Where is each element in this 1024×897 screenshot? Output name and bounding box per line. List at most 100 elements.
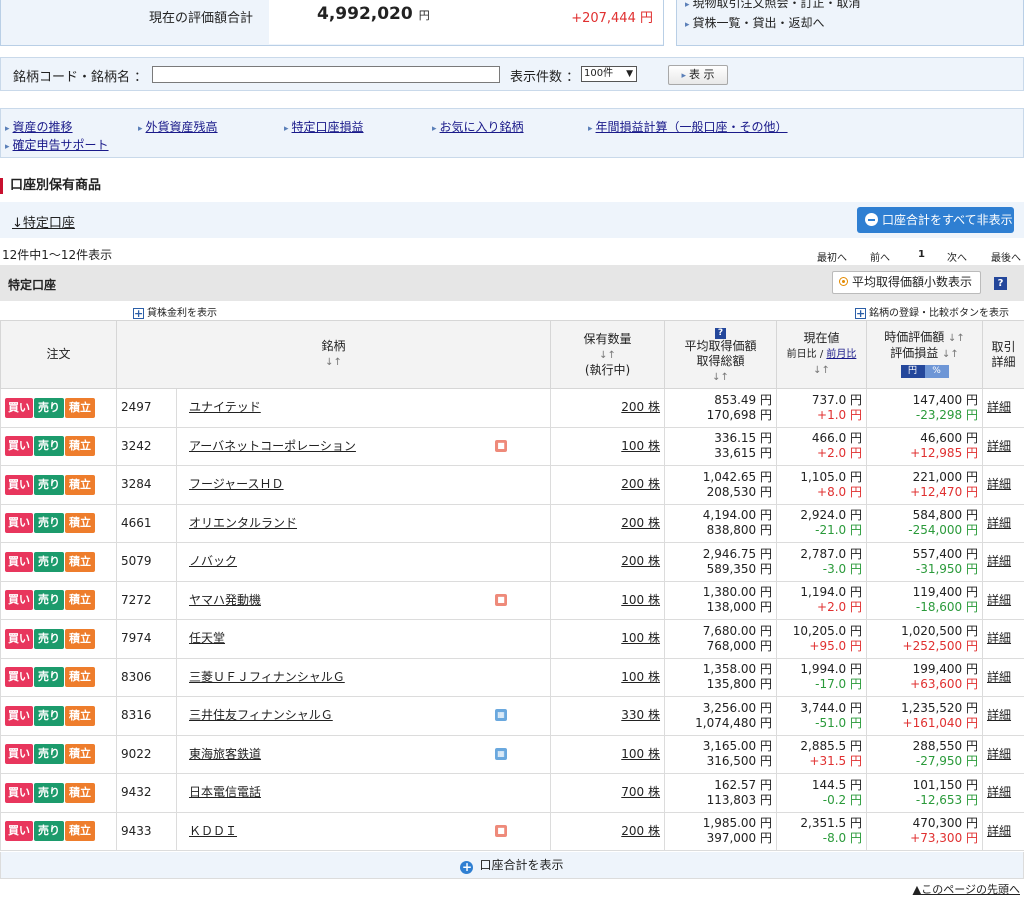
buy-button[interactable]: 買い: [5, 590, 33, 610]
qty-link[interactable]: 330 株: [621, 708, 660, 722]
stock-name-link[interactable]: 三井住友フィナンシャルＧ: [189, 708, 333, 722]
asset-history-link[interactable]: 資産の推移: [13, 120, 73, 134]
buy-button[interactable]: 買い: [5, 783, 33, 803]
qty-link[interactable]: 100 株: [621, 747, 660, 761]
specific-account-anchor[interactable]: ↓特定口座: [12, 212, 75, 231]
detail-link[interactable]: 詳細: [987, 554, 1011, 568]
annual-pl-link[interactable]: 年間損益計算（一般口座・その他）: [596, 120, 788, 134]
accumulate-button[interactable]: 積立: [65, 629, 95, 649]
notice-icon[interactable]: ■: [495, 594, 507, 606]
pager-prev[interactable]: 前へ: [870, 249, 890, 264]
buy-button[interactable]: 買い: [5, 513, 33, 533]
accumulate-button[interactable]: 積立: [65, 475, 95, 495]
notice-icon[interactable]: ■: [495, 825, 507, 837]
show-total-button[interactable]: +口座合計を表示: [0, 852, 1024, 879]
foreign-assets-link[interactable]: 外貨資産残高: [146, 120, 218, 134]
lending-list-link[interactable]: 貸株一覧・貸出・返却へ: [693, 16, 825, 30]
detail-link[interactable]: 詳細: [987, 747, 1011, 761]
code-input[interactable]: [152, 66, 500, 83]
favorites-link[interactable]: お気に入り銘柄: [440, 120, 524, 134]
detail-link[interactable]: 詳細: [987, 439, 1011, 453]
help-icon[interactable]: ?: [994, 277, 1007, 290]
unit-toggle[interactable]: 円%: [901, 364, 949, 379]
qty-link[interactable]: 200 株: [621, 554, 660, 568]
qty-link[interactable]: 200 株: [621, 824, 660, 838]
sell-button[interactable]: 売り: [34, 629, 64, 649]
sell-button[interactable]: 売り: [34, 552, 64, 572]
count-select[interactable]: 100件▼: [581, 66, 637, 82]
buy-button[interactable]: 買い: [5, 706, 33, 726]
col-price[interactable]: 現在値前日比 / 前月比↓↑: [777, 321, 867, 389]
stock-name-link[interactable]: 東海旅客鉄道: [189, 747, 261, 761]
col-avg[interactable]: ?平均取得価額取得総額↓↑: [665, 321, 777, 389]
sell-button[interactable]: 売り: [34, 667, 64, 687]
pager-first[interactable]: 最初へ: [817, 249, 847, 264]
sell-button[interactable]: 売り: [34, 744, 64, 764]
buy-button[interactable]: 買い: [5, 436, 33, 456]
qty-link[interactable]: 200 株: [621, 477, 660, 491]
sell-button[interactable]: 売り: [34, 513, 64, 533]
buy-button[interactable]: 買い: [5, 398, 33, 418]
sell-button[interactable]: 売り: [34, 821, 64, 841]
sort-icon[interactable]: ↓↑: [813, 365, 830, 376]
detail-link[interactable]: 詳細: [987, 670, 1011, 684]
stock-name-link[interactable]: オリエンタルランド: [189, 516, 297, 530]
detail-link[interactable]: 詳細: [987, 631, 1011, 645]
calendar-icon[interactable]: ▦: [495, 709, 507, 721]
pager-last[interactable]: 最後へ: [991, 249, 1021, 264]
qty-link[interactable]: 200 株: [621, 516, 660, 530]
buy-button[interactable]: 買い: [5, 821, 33, 841]
avg-decimal-toggle[interactable]: 平均取得価額小数表示: [832, 271, 981, 294]
qty-link[interactable]: 200 株: [621, 400, 660, 414]
accumulate-button[interactable]: 積立: [65, 821, 95, 841]
specific-account-pl-link[interactable]: 特定口座損益: [292, 120, 364, 134]
stock-name-link[interactable]: アーバネットコーポレーション: [189, 439, 356, 453]
pager-next[interactable]: 次へ: [947, 249, 967, 264]
stock-name-link[interactable]: 日本電信電話: [189, 785, 261, 799]
buy-button[interactable]: 買い: [5, 629, 33, 649]
stock-name-link[interactable]: ユナイテッド: [189, 400, 261, 414]
qty-link[interactable]: 100 株: [621, 631, 660, 645]
accumulate-button[interactable]: 積立: [65, 590, 95, 610]
sort-icon[interactable]: ↓↑: [599, 350, 616, 361]
lending-rate-toggle[interactable]: +貸株金利を表示: [133, 304, 217, 319]
back-to-top-link[interactable]: ▲このページの先頭へ: [913, 881, 1020, 897]
detail-link[interactable]: 詳細: [987, 824, 1011, 838]
sort-icon[interactable]: ↓↑: [948, 333, 965, 344]
sell-button[interactable]: 売り: [34, 590, 64, 610]
detail-link[interactable]: 詳細: [987, 785, 1011, 799]
col-value[interactable]: 時価評価額 ↓↑評価損益 ↓↑円%: [867, 321, 983, 389]
accumulate-button[interactable]: 積立: [65, 398, 95, 418]
buy-button[interactable]: 買い: [5, 667, 33, 687]
month-change-link[interactable]: 前月比: [826, 349, 856, 360]
sort-icon[interactable]: ↓↑: [325, 357, 342, 368]
detail-link[interactable]: 詳細: [987, 593, 1011, 607]
sell-button[interactable]: 売り: [34, 706, 64, 726]
qty-link[interactable]: 700 株: [621, 785, 660, 799]
sell-button[interactable]: 売り: [34, 475, 64, 495]
order-inquiry-link[interactable]: 現物取引注文照会・訂正・取消: [693, 0, 861, 10]
stock-name-link[interactable]: フージャースＨＤ: [189, 477, 284, 491]
accumulate-button[interactable]: 積立: [65, 744, 95, 764]
buy-button[interactable]: 買い: [5, 744, 33, 764]
detail-link[interactable]: 詳細: [987, 516, 1011, 530]
accumulate-button[interactable]: 積立: [65, 513, 95, 533]
col-name[interactable]: 銘柄↓↑: [117, 321, 551, 389]
compare-buttons-toggle[interactable]: +銘柄の登録・比較ボタンを表示: [855, 304, 1009, 319]
stock-name-link[interactable]: ＫＤＤＩ: [189, 824, 237, 838]
stock-name-link[interactable]: 三菱ＵＦＪフィナンシャルＧ: [189, 670, 345, 684]
qty-link[interactable]: 100 株: [621, 439, 660, 453]
calendar-icon[interactable]: ▦: [495, 748, 507, 760]
sort-icon[interactable]: ↓↑: [712, 372, 729, 383]
notice-icon[interactable]: ■: [495, 440, 507, 452]
help-icon[interactable]: ?: [715, 328, 726, 339]
stock-name-link[interactable]: ノバック: [189, 554, 237, 568]
buy-button[interactable]: 買い: [5, 475, 33, 495]
stock-name-link[interactable]: ヤマハ発動機: [189, 593, 261, 607]
detail-link[interactable]: 詳細: [987, 400, 1011, 414]
sell-button[interactable]: 売り: [34, 436, 64, 456]
show-button[interactable]: ▸表 示: [668, 65, 728, 85]
accumulate-button[interactable]: 積立: [65, 783, 95, 803]
tax-support-link[interactable]: 確定申告サポート: [13, 138, 109, 152]
buy-button[interactable]: 買い: [5, 552, 33, 572]
